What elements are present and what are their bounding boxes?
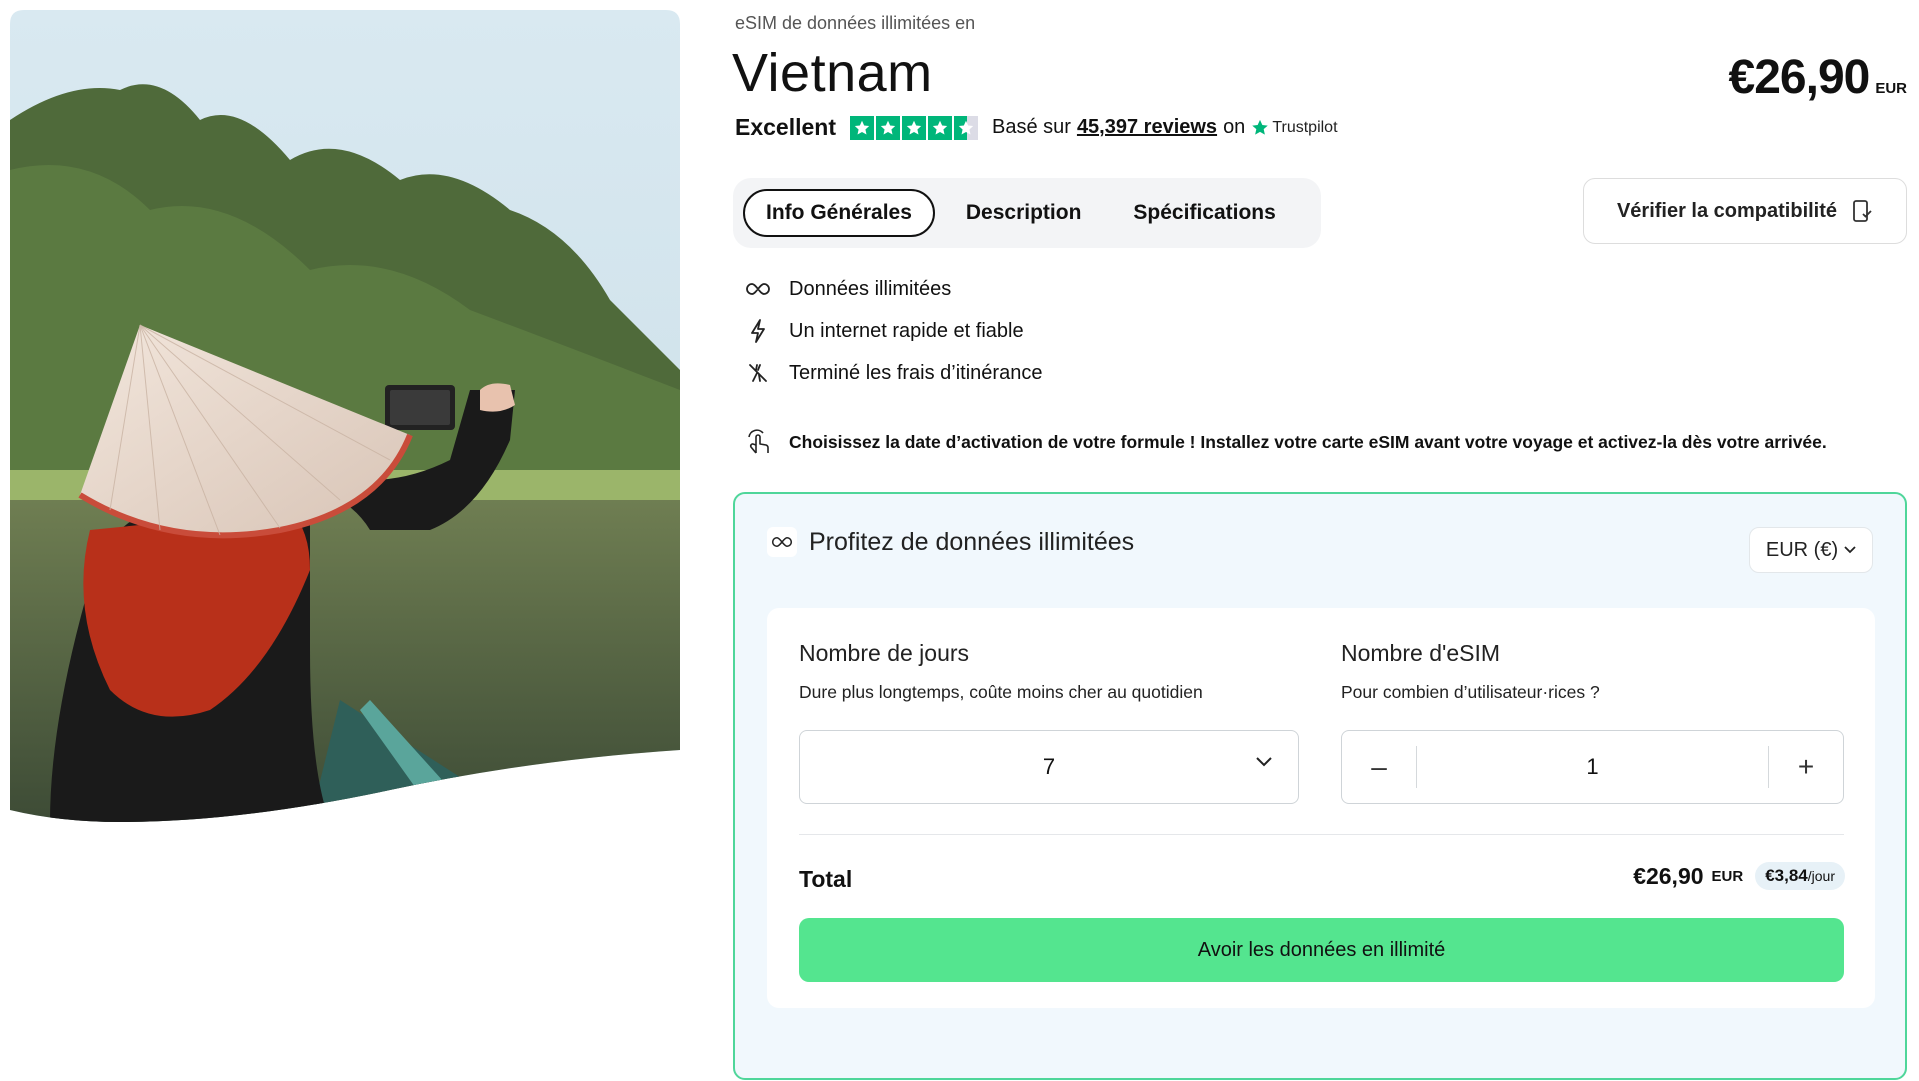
trustpilot-star-icon — [1252, 119, 1269, 135]
esim-quantity-value[interactable]: 1 — [1417, 754, 1768, 780]
feature-list: Données illimitées Un internet rapide et… — [745, 268, 1042, 394]
infinity-icon — [767, 527, 797, 557]
product-eyebrow: eSIM de données illimitées en — [735, 13, 976, 33]
tab-description[interactable]: Description — [945, 189, 1103, 237]
total-label: Total — [799, 866, 853, 892]
on-label: on — [1223, 116, 1246, 138]
get-unlimited-data-button[interactable]: Avoir les données en illimité — [799, 918, 1844, 982]
days-select[interactable]: 7 — [799, 730, 1299, 804]
currency-select[interactable]: EUR (€) — [1749, 527, 1873, 573]
esim-title: Nombre d'eSIM — [1341, 640, 1501, 666]
half-star-icon — [954, 115, 978, 140]
tab-info-generales[interactable]: Info Générales — [743, 189, 935, 237]
based-on-label: Basé sur — [992, 116, 1071, 138]
increment-button[interactable]: + — [1769, 731, 1843, 803]
feature-label: Un internet rapide et fiable — [789, 319, 1024, 342]
tab-specifications[interactable]: Spécifications — [1112, 189, 1296, 237]
per-day-amount: €3,84 — [1765, 866, 1808, 885]
days-value: 7 — [1042, 754, 1056, 779]
esim-quantity-stepper: – 1 + — [1341, 730, 1844, 804]
plan-card: Nombre de jours Dure plus longtemps, coû… — [767, 608, 1875, 1008]
header-price: €26,90 EUR — [1729, 50, 1907, 105]
vietnam-photo-illustration — [10, 10, 680, 822]
decrement-button[interactable]: – — [1342, 731, 1416, 803]
chevron-down-icon — [1256, 757, 1272, 767]
minus-icon: – — [1371, 751, 1387, 782]
hero-image — [10, 10, 680, 822]
check-compatibility-label: Vérifier la compatibilité — [1616, 199, 1838, 222]
price-amount: €26,90 — [1728, 51, 1871, 104]
feature-item: Données illimitées — [745, 268, 1042, 310]
star-icon — [850, 115, 874, 140]
activation-notice-text: Choisissez la date d’activation de votre… — [789, 431, 1827, 452]
feature-item: Terminé les frais d’itinérance — [745, 352, 1042, 394]
days-title: Nombre de jours — [799, 640, 970, 666]
star-icon — [876, 115, 900, 140]
per-day-unit: /jour — [1807, 868, 1835, 884]
chevron-down-icon — [1844, 546, 1856, 554]
no-roaming-icon — [745, 360, 771, 386]
plus-icon: + — [1797, 751, 1815, 782]
rating-label: Excellent — [735, 114, 836, 140]
page-title: Vietnam — [732, 43, 933, 103]
product-tabs: Info Générales Description Spécification… — [733, 178, 1321, 248]
reviews-link[interactable]: 45,397 reviews — [1077, 116, 1217, 139]
star-icon — [902, 115, 926, 140]
feature-label: Terminé les frais d’itinérance — [789, 361, 1043, 384]
check-compatibility-button[interactable]: Vérifier la compatibilité — [1583, 178, 1907, 244]
phone-check-icon — [1853, 200, 1872, 222]
per-day-badge: €3,84/jour — [1755, 862, 1845, 890]
feature-label: Données illimitées — [789, 277, 952, 300]
tap-hand-icon — [748, 429, 769, 454]
plan-panel: Profitez de données illimitées EUR (€) N… — [733, 492, 1907, 1080]
currency-value: EUR (€) — [1765, 538, 1839, 561]
trustpilot-logo: Trustpilot — [1251, 118, 1338, 137]
product-page: eSIM de données illimitées en Vietnam €2… — [0, 0, 1919, 1081]
plan-heading-text: Profitez de données illimitées — [809, 527, 1135, 556]
activation-notice: Choisissez la date d’activation de votre… — [745, 427, 1827, 457]
total-currency: EUR — [1711, 867, 1744, 885]
esim-subtitle: Pour combien d’utilisateur·rices ? — [1341, 682, 1600, 702]
feature-item: Un internet rapide et fiable — [745, 310, 1042, 352]
trustpilot-rating: Excellent Basé sur 45,397 reviews on Tru… — [735, 114, 1338, 141]
divider — [799, 834, 1844, 835]
reviews-summary: Basé sur 45,397 reviews on Trustpilot — [992, 116, 1338, 139]
total-price: €26,90 EUR €3,84/jour — [1633, 862, 1845, 890]
trustpilot-label: Trustpilot — [1272, 118, 1338, 136]
price-currency: EUR — [1875, 80, 1907, 97]
lightning-icon — [745, 318, 771, 344]
star-icon — [928, 115, 952, 140]
rating-stars — [850, 115, 978, 140]
total-amount: €26,90 — [1633, 862, 1704, 889]
infinity-icon — [745, 276, 771, 302]
days-subtitle: Dure plus longtemps, coûte moins cher au… — [799, 682, 1203, 702]
plan-heading: Profitez de données illimitées — [767, 527, 1134, 557]
